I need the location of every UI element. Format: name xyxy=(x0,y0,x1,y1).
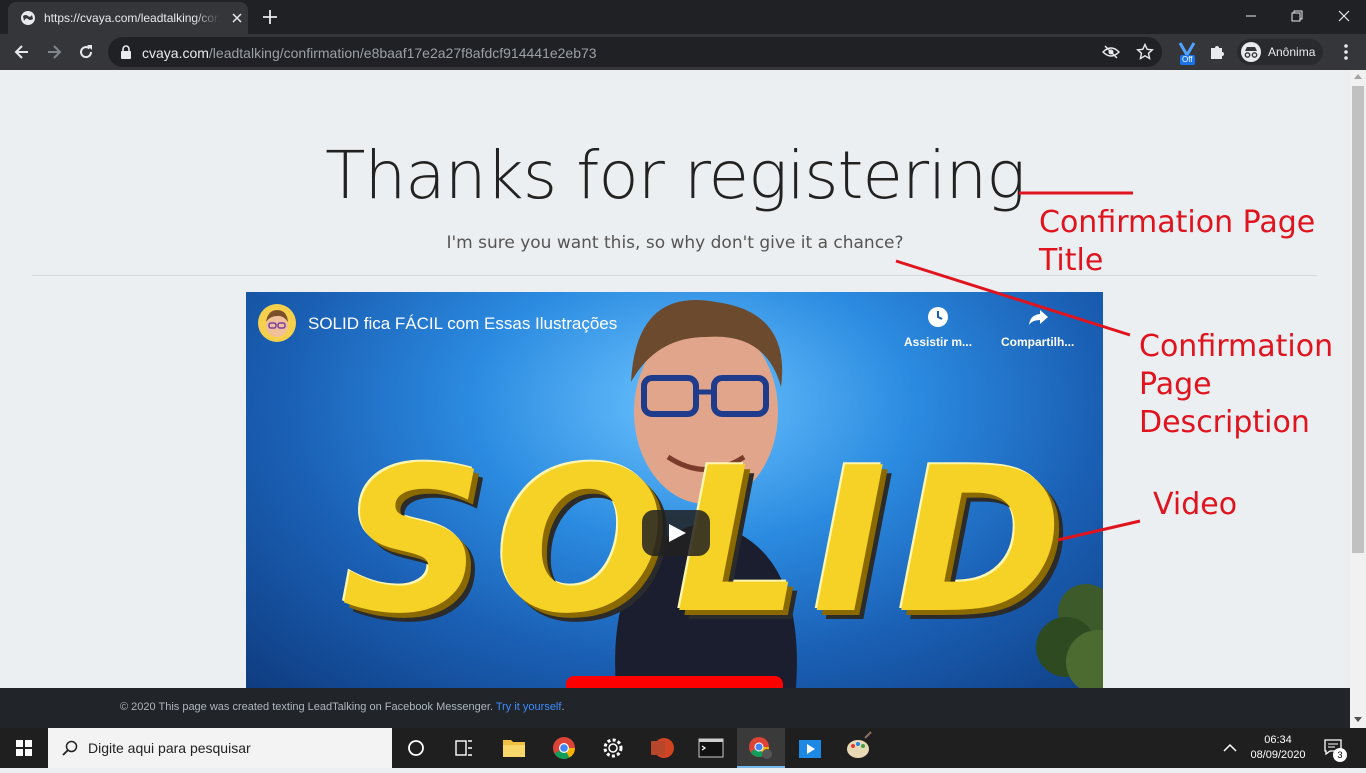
cortana-circle-icon xyxy=(408,740,424,756)
terminal-button[interactable] xyxy=(687,728,735,768)
search-icon xyxy=(62,740,78,756)
youtube-red-bar xyxy=(566,676,783,688)
clock-date: 08/09/2020 xyxy=(1250,749,1306,761)
palette-icon xyxy=(847,731,872,758)
incognito-profile-button[interactable]: Anônima xyxy=(1237,39,1323,65)
annotation-desc-line-1: Confirmation xyxy=(1139,329,1334,364)
clock-time: 06:34 xyxy=(1264,734,1292,746)
chevron-up-icon[interactable] xyxy=(1222,742,1238,754)
scroll-thumb[interactable] xyxy=(1352,86,1364,553)
channel-avatar[interactable] xyxy=(258,304,296,342)
task-view-button[interactable] xyxy=(440,728,488,768)
share-button[interactable]: Compartilh... xyxy=(1001,306,1074,349)
extensions-puzzle-icon[interactable] xyxy=(1207,42,1227,62)
share-arrow-icon xyxy=(1028,310,1048,325)
new-tab-icon[interactable] xyxy=(260,7,280,27)
youtube-video-player[interactable]: SOLID SOLID fica FÁCIL com Essas Ilustra… xyxy=(246,292,1103,688)
close-window-icon[interactable] xyxy=(1333,6,1355,26)
gear-icon xyxy=(603,738,623,758)
back-arrow-icon[interactable] xyxy=(12,42,32,62)
extension-vpn-button[interactable]: Off xyxy=(1178,42,1200,66)
tab-strip: https://cvaya.com/leadtalking/confirmati… xyxy=(0,0,1366,34)
clock[interactable]: 06:34 08/09/2020 xyxy=(1250,733,1306,763)
lock-icon[interactable] xyxy=(120,45,132,59)
share-label: Compartilh... xyxy=(1001,335,1075,349)
video-app-icon xyxy=(799,740,821,758)
close-tab-icon[interactable] xyxy=(230,11,244,25)
windows-taskbar: Digite aqui para pesquisar 06:34 08/09/2… xyxy=(0,728,1366,768)
movies-app-button[interactable] xyxy=(786,728,834,768)
globe-icon xyxy=(21,11,35,25)
eye-off-icon[interactable] xyxy=(1102,44,1120,60)
browser-toolbar: cvaya.com/leadtalking/confirmation/e8baa… xyxy=(0,34,1366,70)
footer-text: © 2020 This page was created texting Lea… xyxy=(120,701,565,713)
powerpoint-icon xyxy=(651,738,674,758)
bookmark-star-icon[interactable] xyxy=(1136,43,1154,61)
play-button[interactable] xyxy=(642,510,710,556)
annotation-video: Video xyxy=(1153,487,1238,522)
powerpoint-button[interactable] xyxy=(638,728,686,768)
start-button[interactable] xyxy=(0,728,48,768)
chrome-icon xyxy=(553,737,575,759)
annotation-desc-line-2: Page xyxy=(1139,367,1212,402)
annotation-desc-line-3: Description xyxy=(1139,405,1310,440)
notification-count-badge: 3 xyxy=(1333,748,1347,762)
windows-logo-icon xyxy=(16,740,32,756)
watch-later-label: Assistir m... xyxy=(904,335,973,349)
annotation-title-line-2: Title xyxy=(1039,243,1104,278)
task-view-icon xyxy=(455,740,472,756)
minimize-icon[interactable] xyxy=(1240,6,1262,26)
reload-icon[interactable] xyxy=(76,42,96,62)
taskbar-search-box[interactable]: Digite aqui para pesquisar xyxy=(48,728,392,768)
settings-button[interactable] xyxy=(589,728,637,768)
extension-v-icon xyxy=(1178,42,1196,56)
thumbnail-tree xyxy=(1036,584,1103,688)
browser-tab[interactable]: https://cvaya.com/leadtalking/confirmati… xyxy=(8,2,248,34)
extension-off-badge: Off xyxy=(1180,55,1195,65)
try-it-yourself-link[interactable]: Try it yourself xyxy=(496,701,562,713)
scroll-down-arrow-icon[interactable] xyxy=(1354,717,1362,722)
clock-icon xyxy=(928,307,949,327)
address-bar[interactable]: cvaya.com/leadtalking/confirmation/e8baa… xyxy=(108,37,1162,67)
channel-avatar-icon xyxy=(266,310,288,337)
watch-later-button[interactable]: Assistir m... xyxy=(904,306,972,349)
paint-button[interactable] xyxy=(835,728,883,768)
restore-icon[interactable] xyxy=(1286,6,1308,26)
profile-label: Anônima xyxy=(1268,45,1316,59)
play-icon xyxy=(669,524,686,542)
annotation-title: Confirmation Page Title xyxy=(1039,204,1315,280)
kebab-menu-icon[interactable] xyxy=(1336,42,1356,62)
cortana-button[interactable] xyxy=(392,728,440,768)
scroll-up-arrow-icon[interactable] xyxy=(1354,74,1362,79)
url-text[interactable]: cvaya.com/leadtalking/confirmation/e8baa… xyxy=(142,45,597,61)
search-placeholder: Digite aqui para pesquisar xyxy=(88,740,251,756)
incognito-icon xyxy=(1241,42,1261,62)
file-explorer-button[interactable] xyxy=(490,728,538,768)
chrome-incognito-button[interactable] xyxy=(737,728,785,768)
chrome-button[interactable] xyxy=(540,728,588,768)
vertical-scrollbar[interactable] xyxy=(1350,70,1366,728)
chrome-icon xyxy=(749,737,772,759)
tab-title: https://cvaya.com/leadtalking/confirmati… xyxy=(44,11,220,25)
folder-icon xyxy=(503,740,525,757)
annotation-description: Confirmation Page Description xyxy=(1139,328,1333,442)
annotation-title-line-1: Confirmation Page xyxy=(1039,205,1316,240)
video-title[interactable]: SOLID fica FÁCIL com Essas Ilustrações xyxy=(308,314,617,334)
terminal-icon xyxy=(698,738,724,758)
page-footer: © 2020 This page was created texting Lea… xyxy=(0,688,1350,728)
forward-arrow-icon[interactable] xyxy=(44,42,64,62)
